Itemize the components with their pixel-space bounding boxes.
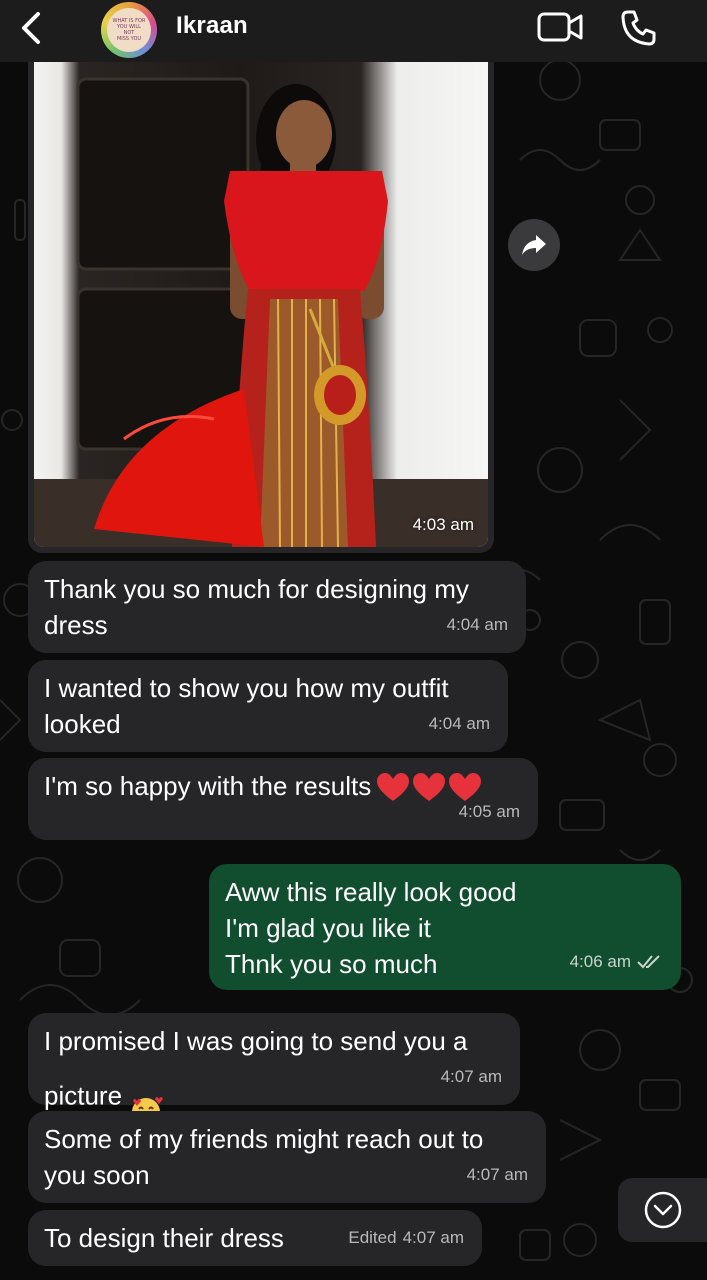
edited-label: Edited [348,1228,397,1247]
message-timestamp: 4:04 am [428,714,490,733]
message-timestamp: 4:04 am [446,615,508,634]
message-bubble-incoming[interactable]: Some of my friends might reach out to yo… [28,1111,546,1203]
voice-call-button[interactable] [618,8,658,48]
message-timestamp: 4:03 am [412,515,474,534]
message-timestamp: 4:05 am [458,802,520,821]
message-meta: 4:07 am [441,1059,502,1095]
message-meta: 4:04 am [447,607,508,643]
message-meta: 4:06 am [570,944,663,980]
chevron-left-icon [22,12,40,44]
heart-icon [377,773,410,802]
message-bubble-incoming[interactable]: I'm so happy with the results 4:05 am [28,758,538,840]
double-check-read-icon [637,955,660,969]
avatar-image: WHAT IS FOR YOU WILL NOT MISS YOU [107,8,151,52]
message-meta: 4:05 am [459,794,520,830]
back-button[interactable] [16,10,48,46]
message-bubble-incoming[interactable]: To design their dress Edited 4:07 am [28,1210,482,1266]
message-text-content: I'm so happy with the results [44,771,372,801]
message-timestamp: 4:07 am [402,1228,464,1247]
message-timestamp: 4:07 am [466,1165,528,1184]
message-meta: 4:04 am [429,706,490,742]
message-text: Some of my friends might reach out to yo… [44,1124,484,1190]
forward-button[interactable] [508,219,560,271]
phone-icon [621,10,656,46]
video-call-button[interactable] [536,10,584,44]
message-text: I wanted to show you how my outfit looke… [44,673,449,739]
message-bubble-outgoing[interactable]: Aww this really look good I'm glad you l… [209,864,681,990]
message-timestamp: 4:06 am [569,952,631,971]
image-message[interactable]: 4:03 am [28,59,494,553]
contact-name[interactable]: Ikraan [176,12,248,40]
message-text: I'm so happy with the results [44,768,522,804]
message-meta: Edited 4:07 am [348,1220,464,1256]
avatar-text-line: MISS YOU [116,36,142,42]
message-bubble-incoming[interactable]: I wanted to show you how my outfit looke… [28,660,508,752]
chevron-down-circle-icon [644,1191,681,1229]
forward-arrow-icon [522,235,546,255]
avatar[interactable]: WHAT IS FOR YOU WILL NOT MISS YOU [101,2,157,58]
heart-icon [413,773,446,802]
message-meta: 4:07 am [467,1157,528,1193]
message-text: Thank you so much for designing my dress [44,574,469,640]
chat-header: WHAT IS FOR YOU WILL NOT MISS YOU Ikraan [0,0,707,62]
message-bubble-incoming[interactable]: I promised I was going to send you a pic… [28,1013,520,1126]
video-camera-icon [537,12,583,42]
message-text-content: I promised I was going to send you a pic… [44,1026,468,1111]
message-bubble-incoming[interactable]: Thank you so much for designing my dress… [28,561,526,653]
message-timestamp: 4:07 am [440,1067,502,1086]
dress-photo[interactable]: 4:03 am [34,59,488,547]
dress-photo-illustration [34,77,488,547]
scroll-to-bottom-button[interactable] [618,1178,707,1242]
